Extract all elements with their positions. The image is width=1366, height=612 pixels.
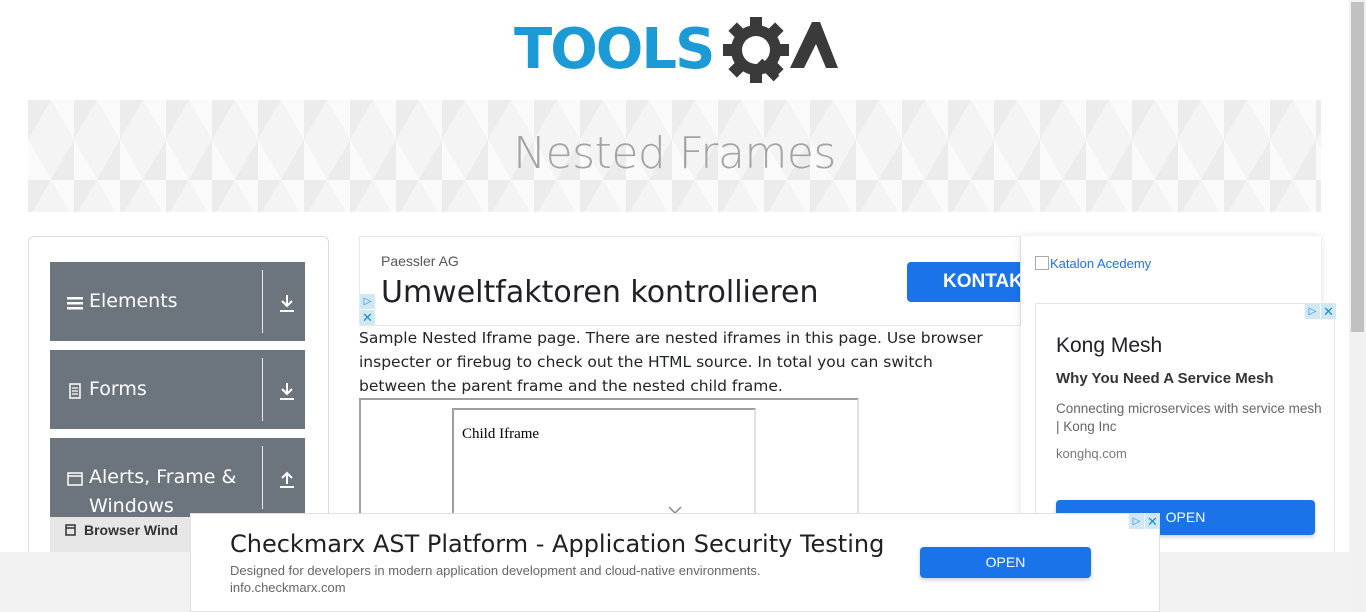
- ad-choices-icon[interactable]: ▷: [360, 294, 375, 309]
- sidebar-item-label: Browser Wind: [84, 522, 178, 538]
- ad-headline[interactable]: Umweltfaktoren kontrollieren: [381, 275, 818, 310]
- ad-title[interactable]: Kong Mesh: [1056, 334, 1162, 358]
- window-icon: [67, 472, 83, 486]
- divider: [262, 270, 263, 333]
- logo-text-primary: TOOLS: [514, 17, 713, 82]
- download-arrow-icon: [280, 383, 294, 400]
- vertical-scrollbar[interactable]: [1349, 0, 1366, 612]
- page: TOOLS Nested Frames Elements Forms Alert…: [0, 0, 1366, 612]
- page-title: Nested Frames: [513, 128, 836, 179]
- bottom-ad[interactable]: ▷ ✕ Checkmarx AST Platform - Application…: [190, 513, 1160, 612]
- sidebar-group-label: Forms: [89, 378, 147, 400]
- ad-advertiser: Paessler AG: [381, 253, 459, 269]
- ad-url: info.checkmarx.com: [230, 580, 346, 595]
- ad-url: konghq.com: [1056, 446, 1127, 461]
- ad-close-icon[interactable]: ✕: [360, 310, 375, 325]
- ad-choices-icon[interactable]: ▷: [1129, 514, 1144, 529]
- gear-icon: [723, 17, 789, 83]
- ad-open-button[interactable]: OPEN: [920, 547, 1091, 578]
- page-banner: Nested Frames: [28, 100, 1321, 212]
- scrollbar-thumb[interactable]: [1351, 2, 1364, 332]
- sidebar-group-label: Elements: [89, 290, 178, 312]
- document-icon: [69, 383, 81, 399]
- ad-close-icon[interactable]: ✕: [1145, 514, 1160, 529]
- katalon-alt-text: Katalon Acedemy: [1050, 256, 1152, 271]
- ad-description: Connecting microservices with service me…: [1056, 401, 1322, 434]
- top-ad[interactable]: Paessler AG Umweltfaktoren kontrollieren…: [359, 236, 1021, 326]
- sidebar-group-label: Alerts, Frame &: [89, 466, 237, 488]
- sidebar-group-elements[interactable]: Elements: [50, 262, 305, 341]
- ad-choices-icon[interactable]: ▷: [1305, 304, 1320, 319]
- upload-arrow-icon: [280, 471, 294, 488]
- katalon-ad-image[interactable]: Katalon Acedemy: [1035, 256, 1151, 271]
- divider: [262, 358, 263, 421]
- ad-close-icon[interactable]: ✕: [1321, 304, 1336, 319]
- intro-text: Sample Nested Iframe page. There are nes…: [359, 329, 983, 395]
- broken-image-icon: [1035, 256, 1049, 270]
- ad-description: Designed for developers in modern applic…: [230, 563, 761, 578]
- hamburger-icon: [67, 297, 83, 310]
- sidebar-group-forms[interactable]: Forms: [50, 350, 305, 429]
- download-arrow-icon: [280, 295, 294, 312]
- child-iframe-text: Child Iframe: [462, 426, 540, 442]
- ad-headline[interactable]: Checkmarx AST Platform - Application Sec…: [230, 530, 884, 558]
- ad-subtitle: Why You Need A Service Mesh: [1056, 370, 1274, 387]
- divider: [262, 446, 263, 509]
- ad-cta-button[interactable]: KONTAKT: [907, 262, 1020, 302]
- window-icon: [65, 524, 76, 536]
- toolsqa-logo[interactable]: TOOLS: [514, 14, 838, 92]
